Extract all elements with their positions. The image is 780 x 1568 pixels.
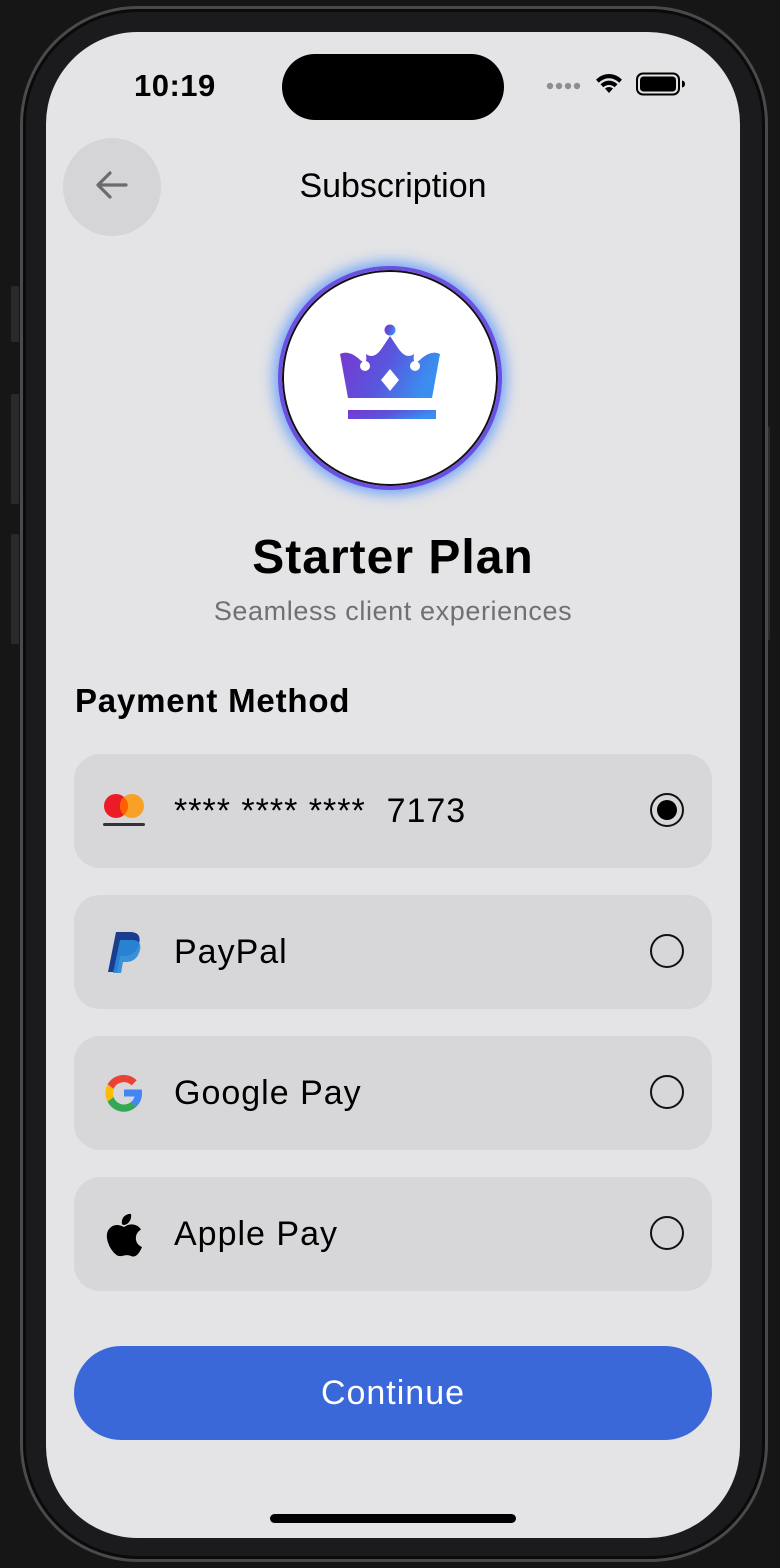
radio-unselected[interactable] <box>650 1075 684 1109</box>
payment-option-label: PayPal <box>174 933 288 971</box>
payment-option-paypal[interactable]: PayPal <box>74 895 712 1009</box>
paypal-icon <box>100 930 148 974</box>
radio-dot <box>657 800 677 820</box>
status-time: 10:19 <box>134 68 216 103</box>
mastercard-icon <box>100 789 148 833</box>
dynamic-island <box>282 54 504 120</box>
radio-unselected[interactable] <box>650 1216 684 1250</box>
action-button <box>11 286 19 342</box>
battery-icon <box>636 72 686 101</box>
wifi-icon <box>594 72 624 101</box>
google-icon <box>100 1071 148 1115</box>
payment-option-google-pay[interactable]: Google Pay <box>74 1036 712 1150</box>
page-title: Subscription <box>299 167 487 205</box>
status-icons <box>546 72 686 101</box>
plan-name: Starter Plan <box>252 531 534 584</box>
payment-option-card[interactable]: **** **** **** 7173 <box>74 754 712 868</box>
volume-down-button <box>11 534 19 644</box>
radio-selected[interactable] <box>650 793 684 827</box>
signal-dots-icon <box>546 78 582 96</box>
plan-badge <box>278 266 502 490</box>
payment-option-label: Google Pay <box>174 1074 362 1112</box>
volume-up-button <box>11 394 19 504</box>
apple-icon <box>100 1212 148 1257</box>
app-screen: 10:19 Subscription Starter Plan Seamless… <box>46 32 740 1538</box>
home-indicator <box>270 1514 516 1523</box>
continue-button[interactable]: Continue <box>74 1346 712 1440</box>
plan-tagline: Seamless client experiences <box>213 596 573 626</box>
payment-method-heading: Payment Method <box>75 682 351 719</box>
payment-option-apple-pay[interactable]: Apple Pay <box>74 1177 712 1291</box>
crown-icon <box>334 324 446 433</box>
payment-option-label: **** **** **** 7173 <box>174 792 467 830</box>
payment-option-label: Apple Pay <box>174 1215 338 1253</box>
radio-unselected[interactable] <box>650 934 684 968</box>
